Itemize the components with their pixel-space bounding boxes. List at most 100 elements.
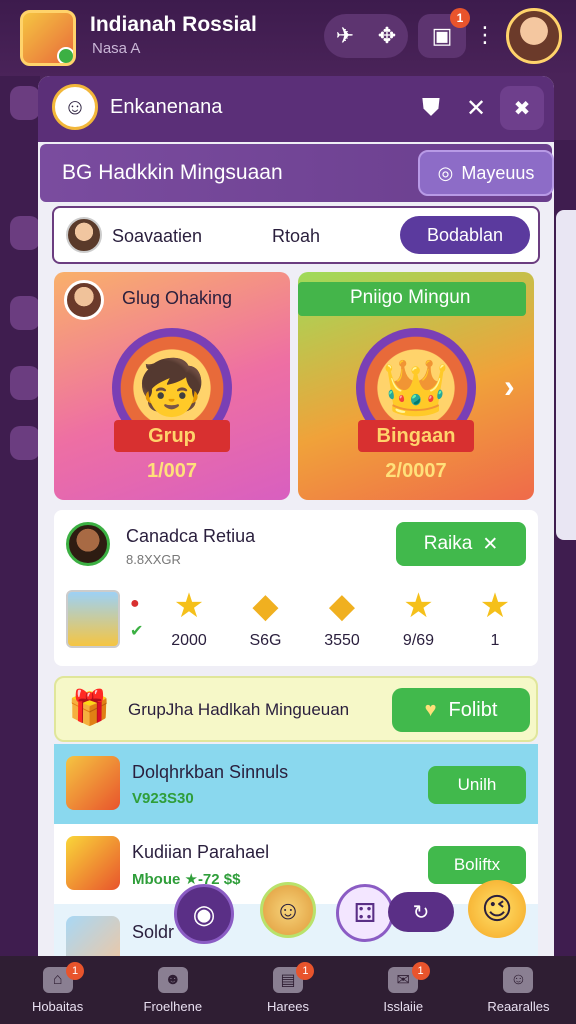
- weekly-card[interactable]: Pniigo Mingun 👑 Bingaan 2/0007 ›: [298, 272, 534, 500]
- heart-icon: ♥: [424, 698, 437, 721]
- section-bar: BG Hadkkin Mingsuaan ◎ Mayeuus: [40, 144, 554, 202]
- coin-icon: ◆: [328, 587, 356, 625]
- card-title: Pniigo Mingun: [350, 287, 471, 308]
- weekly-label: GrupJha Hadlkah Mingueuan: [128, 700, 350, 719]
- sidebar-chip[interactable]: [10, 366, 40, 400]
- nav-badge: 1: [296, 962, 315, 980]
- panel-header: ☺ Enkanenana ⛊ ✕ ✖: [38, 76, 554, 142]
- section-button[interactable]: ◎ Mayeuus: [418, 150, 554, 196]
- smile-icon[interactable]: ☺: [260, 882, 316, 938]
- item-thumbnail: [66, 916, 120, 956]
- close-icon: ✕: [482, 533, 499, 555]
- item-sub: V923S30: [132, 790, 194, 807]
- sidebar-chip[interactable]: [10, 296, 40, 330]
- share-icon[interactable]: ✈: [336, 23, 354, 49]
- list-item[interactable]: Dolqhrkban Sinnuls V923S30 Unilh: [54, 744, 538, 824]
- balloon-icon: ●: [130, 595, 140, 612]
- nav-item-heroes[interactable]: ▤ 1 Harees: [230, 956, 345, 1024]
- player-name: Soavaatien: [112, 226, 203, 246]
- chat-icon[interactable]: ◉: [174, 884, 234, 944]
- item-name: Dolqhrkban Sinnuls: [132, 762, 289, 782]
- item-button[interactable]: Unilh: [428, 766, 526, 804]
- reward-item: ★ 9/69: [384, 586, 454, 656]
- profile-avatar[interactable]: [506, 8, 562, 64]
- section-title: BG Hadkkin Mingsuaan: [62, 161, 283, 185]
- chest-icon: 🎁: [68, 689, 111, 727]
- nav-label: Hobaitas: [31, 998, 84, 1014]
- chevron-right-icon[interactable]: ›: [504, 368, 515, 405]
- right-strip: [556, 210, 576, 540]
- right-sidebar: [552, 140, 576, 956]
- star-icon: ★: [173, 587, 205, 625]
- star-icon: ★: [403, 587, 434, 625]
- refresh-icon[interactable]: ↻: [388, 892, 454, 932]
- nav-label: Froelhene: [143, 998, 203, 1014]
- header-subtitle: Nasa A: [92, 40, 141, 57]
- section-label: Hadkkin Mingsuaan: [98, 161, 283, 184]
- group-card[interactable]: Glug Ohaking 🧒 Grup 1/007: [54, 272, 290, 500]
- item-button[interactable]: Boliftx: [428, 846, 526, 884]
- emoji-icon[interactable]: 😉: [468, 880, 526, 938]
- nav-badge: 1: [411, 962, 430, 980]
- panel-logo-icon: ☺: [52, 84, 98, 130]
- panel-title: Enkanenana: [110, 96, 223, 118]
- header-title: Indianah Rossial: [90, 13, 257, 36]
- card-score: 1/007: [146, 460, 198, 482]
- friends-icon: ☻: [157, 966, 188, 993]
- nav-label: Isslaiie: [383, 998, 424, 1014]
- left-sidebar: [0, 76, 40, 956]
- nav-item-friends[interactable]: ☻ Froelhene: [115, 956, 230, 1024]
- close-icon[interactable]: ✕: [466, 94, 486, 123]
- gift-icon: ▣: [431, 23, 453, 48]
- nav-item-messages[interactable]: ✉ 1 Isslaiie: [346, 956, 461, 1024]
- more-icon[interactable]: ⋮: [474, 22, 496, 48]
- top-bar: Indianah Rossial Nasa A ✈ ✥ ▣ 1 ⋮: [0, 0, 576, 76]
- section-button-label: Mayeuus: [461, 162, 535, 183]
- reward-value: 3550: [324, 632, 360, 649]
- reward-value: 9/69: [402, 632, 435, 649]
- status-marks: ● ✔: [130, 590, 150, 650]
- candidate-block: Canadca Retiua 8.8XXGR Raika ✕ ● ✔ ★ 200…: [54, 510, 538, 666]
- nav-item-profile[interactable]: ☺ Reaaralles: [461, 956, 576, 1024]
- item-name: Soldr: [132, 922, 175, 942]
- notification-badge: 1: [450, 8, 470, 28]
- candidate-button[interactable]: Raika ✕: [396, 522, 526, 566]
- coin-icon: ◆: [252, 587, 279, 625]
- quick-action-bar: ◉ ☺ ⚃ ↻ 😉: [174, 880, 534, 946]
- sidebar-chip[interactable]: [10, 426, 40, 460]
- app-avatar[interactable]: [20, 10, 76, 66]
- crossed-swords-icon[interactable]: ✖: [500, 86, 544, 130]
- dice-icon[interactable]: ⚃: [336, 884, 394, 942]
- sidebar-chip[interactable]: [10, 86, 40, 120]
- player-action-button[interactable]: Bodablan: [400, 216, 530, 254]
- sidebar-chip[interactable]: [10, 216, 40, 250]
- crosshair-icon[interactable]: ✥: [378, 23, 396, 49]
- player-avatar: [66, 217, 102, 253]
- card-ribbon: Bingaan: [358, 420, 474, 452]
- card-avatar: [64, 280, 104, 320]
- nav-item-home[interactable]: ⌂ 1 Hobaitas: [0, 956, 115, 1024]
- reward-item: ★ 2000: [154, 586, 224, 656]
- weekly-button[interactable]: ♥ Folibt: [392, 688, 530, 732]
- share-pill[interactable]: ✈ ✥: [324, 14, 408, 58]
- reward-item: ◆ 3550: [307, 586, 377, 656]
- player-row[interactable]: Soavaatien Rtoah Bodablan: [52, 206, 540, 264]
- item-thumbnail: [66, 756, 120, 810]
- reward-list: ★ 2000 ◆ S6G ◆ 3550 ★ 9/69 ★ 1: [154, 586, 530, 656]
- profile-icon: ☺: [503, 966, 534, 993]
- candidate-thumbnail: [66, 590, 120, 648]
- reward-item: ◆ S6G: [231, 586, 301, 656]
- nav-badge: 1: [66, 962, 84, 980]
- reward-value: 1: [490, 632, 500, 649]
- shield-icon[interactable]: ⛊: [422, 94, 440, 122]
- weekly-button-label: Folibt: [448, 698, 498, 721]
- card-title: Glug Ohaking: [122, 288, 233, 308]
- star-icon: ★: [479, 587, 511, 625]
- reward-value: S6G: [249, 632, 282, 649]
- item-thumbnail: [66, 836, 120, 890]
- nav-label: Reaaralles: [487, 998, 550, 1014]
- section-prefix: BG: [62, 161, 93, 184]
- gift-button[interactable]: ▣ 1: [418, 8, 470, 58]
- bottom-navigation: ⌂ 1 Hobaitas ☻ Froelhene ▤ 1 Harees ✉ 1 …: [0, 956, 576, 1024]
- candidate-id: 8.8XXGR: [126, 552, 181, 567]
